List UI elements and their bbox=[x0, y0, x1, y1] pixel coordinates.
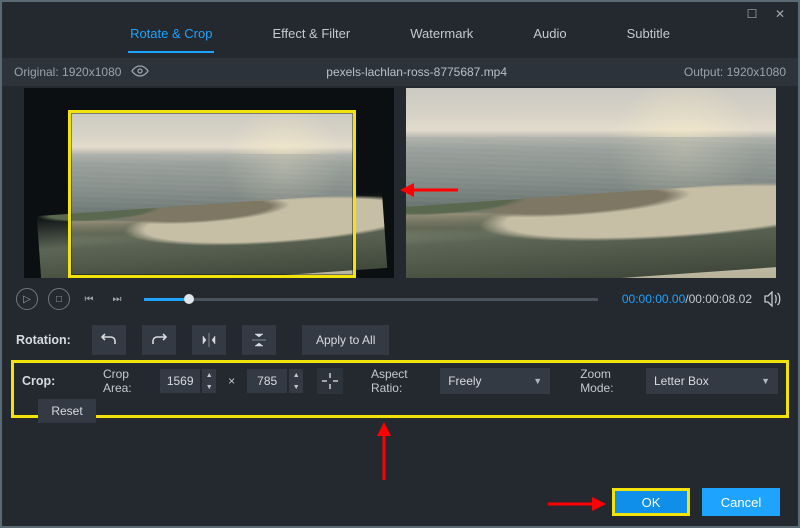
ok-button[interactable]: OK bbox=[612, 488, 690, 516]
tab-audio[interactable]: Audio bbox=[531, 22, 568, 53]
timecode-label: 00:00:00.00/00:00:08.02 bbox=[622, 292, 752, 306]
source-preview-pane[interactable] bbox=[24, 88, 394, 278]
transport-bar: ▷ □ ⏮ ⏭ 00:00:00.00/00:00:08.02 bbox=[16, 283, 784, 315]
preview-eye-icon[interactable] bbox=[131, 65, 149, 80]
volume-icon[interactable] bbox=[762, 288, 784, 310]
next-frame-button[interactable]: ⏭ bbox=[108, 288, 126, 310]
annotation-arrow-up bbox=[372, 422, 396, 482]
aspect-ratio-label: Aspect Ratio: bbox=[371, 367, 432, 395]
crop-label: Crop: bbox=[22, 374, 89, 388]
flip-horizontal-button[interactable] bbox=[192, 325, 226, 355]
output-res-label: Output: 1920x1080 bbox=[684, 65, 786, 79]
tab-subtitle[interactable]: Subtitle bbox=[625, 22, 672, 53]
crop-area-label: Crop Area: bbox=[103, 367, 152, 395]
prev-frame-button[interactable]: ⏮ bbox=[80, 288, 98, 310]
timeline-knob[interactable] bbox=[184, 294, 194, 304]
annotation-arrow-left bbox=[400, 178, 460, 202]
tab-watermark[interactable]: Watermark bbox=[408, 22, 475, 53]
aspect-ratio-select[interactable]: Freely▼ bbox=[440, 368, 550, 394]
crop-height-field[interactable] bbox=[247, 369, 287, 393]
dimension-separator: × bbox=[224, 374, 239, 388]
stop-button[interactable]: □ bbox=[48, 288, 70, 310]
original-res-label: Original: 1920x1080 bbox=[14, 65, 121, 79]
crop-height-input[interactable]: ▲ ▼ bbox=[247, 369, 303, 393]
flip-vertical-button[interactable] bbox=[242, 325, 276, 355]
info-strip: Original: 1920x1080 pexels-lachlan-ross-… bbox=[2, 58, 798, 86]
crop-panel: Crop: Crop Area: ▲ ▼ × ▲ ▼ Aspec bbox=[11, 360, 789, 418]
apply-to-all-button[interactable]: Apply to All bbox=[302, 325, 389, 355]
output-video-frame bbox=[406, 88, 776, 278]
crop-width-up[interactable]: ▲ bbox=[202, 369, 216, 381]
window-maximize-icon[interactable]: ☐ bbox=[744, 6, 760, 22]
rotate-cw-button[interactable] bbox=[142, 325, 176, 355]
reset-button[interactable]: Reset bbox=[38, 399, 96, 423]
crop-width-down[interactable]: ▼ bbox=[202, 381, 216, 393]
cancel-button[interactable]: Cancel bbox=[702, 488, 780, 516]
crop-width-field[interactable] bbox=[160, 369, 200, 393]
crop-height-up[interactable]: ▲ bbox=[289, 369, 303, 381]
center-crop-button[interactable] bbox=[317, 368, 343, 394]
zoom-mode-select[interactable]: Letter Box▼ bbox=[646, 368, 778, 394]
timeline-slider[interactable] bbox=[144, 298, 598, 301]
crop-selection-handle[interactable] bbox=[68, 110, 356, 278]
crop-width-input[interactable]: ▲ ▼ bbox=[160, 369, 216, 393]
tab-rotate-crop[interactable]: Rotate & Crop bbox=[128, 22, 214, 53]
crop-height-down[interactable]: ▼ bbox=[289, 381, 303, 393]
rotate-ccw-button[interactable] bbox=[92, 325, 126, 355]
rotation-row: Rotation: Apply to All bbox=[16, 322, 784, 358]
output-preview-pane bbox=[406, 88, 776, 278]
annotation-arrow-right bbox=[546, 492, 606, 516]
filename-label: pexels-lachlan-ross-8775687.mp4 bbox=[149, 65, 683, 79]
zoom-mode-label: Zoom Mode: bbox=[580, 367, 638, 395]
play-button[interactable]: ▷ bbox=[16, 288, 38, 310]
tab-effect-filter[interactable]: Effect & Filter bbox=[270, 22, 352, 53]
dialog-footer: OK Cancel bbox=[612, 488, 780, 516]
window-close-icon[interactable]: ✕ bbox=[772, 6, 788, 22]
rotation-label: Rotation: bbox=[16, 333, 76, 347]
